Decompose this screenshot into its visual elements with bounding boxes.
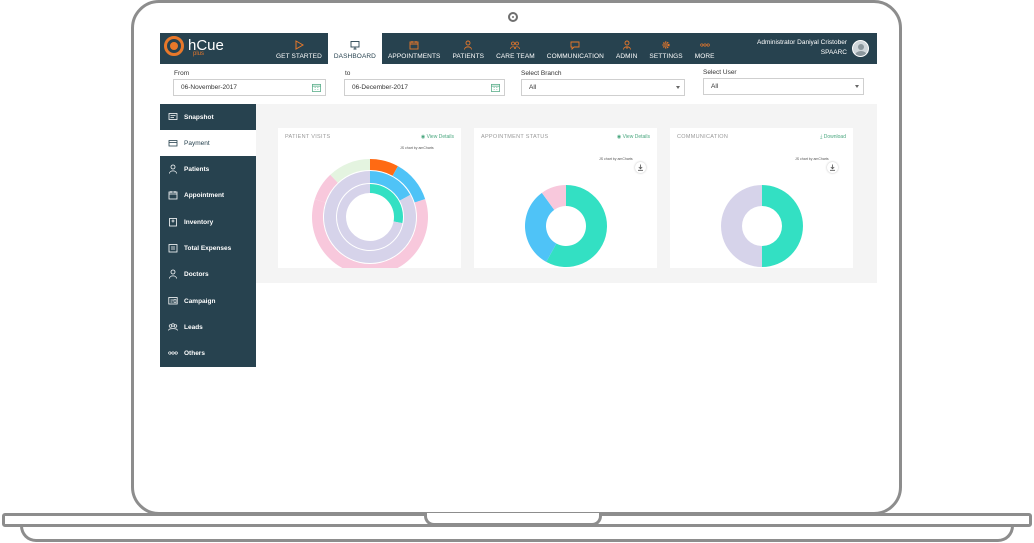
user-menu[interactable]: Administrator Daniyal Cristober SPAARC — [757, 38, 869, 58]
branch-label: Select Branch — [521, 70, 562, 77]
nav-admin[interactable]: ADMIN — [610, 33, 643, 64]
dashboard-content: PATIENT VISITS ◉ View Details JS chart b… — [256, 104, 877, 283]
user-select-label: Select User — [703, 69, 737, 76]
user-info: Administrator Daniyal Cristober SPAARC — [757, 38, 847, 58]
sidebar-item-label: Inventory — [184, 218, 214, 226]
calendar-icon — [168, 191, 178, 200]
sidebar-item-label: Snapshot — [184, 113, 214, 121]
from-date-input[interactable]: 06-November-2017 — [173, 79, 326, 96]
nav-appointments[interactable]: APPOINTMENTS — [382, 33, 446, 64]
more-icon — [168, 351, 178, 355]
admin-icon — [622, 40, 631, 50]
nav-settings[interactable]: SETTINGS — [643, 33, 688, 64]
monitor-icon — [350, 41, 360, 50]
from-date-value: 06-November-2017 — [181, 84, 238, 91]
leads-icon — [168, 323, 178, 331]
calendar-icon[interactable] — [491, 83, 500, 92]
play-icon — [295, 40, 304, 50]
nav-label: APPOINTMENTS — [387, 53, 441, 60]
laptop-base-bottom — [20, 526, 1014, 542]
sidebar-item-appointment[interactable]: Appointment — [160, 182, 256, 208]
user-org: SPAARC — [820, 49, 847, 56]
from-label: From — [174, 70, 190, 77]
nav-more[interactable]: MORE — [689, 33, 721, 64]
communication-chart — [721, 185, 803, 267]
sidebar-item-others[interactable]: Others — [160, 340, 256, 366]
nav-care-team[interactable]: CARE TEAM — [490, 33, 541, 64]
nav-label: CARE TEAM — [496, 53, 535, 60]
sidebar-item-label: Total Expenses — [184, 244, 232, 252]
nav-label: ADMIN — [615, 53, 638, 60]
nav-dashboard[interactable]: DASHBOARD — [327, 33, 382, 64]
sidebar-item-inventory[interactable]: Inventory — [160, 209, 256, 235]
nav-label: DASHBOARD — [333, 53, 376, 60]
campaign-icon — [168, 297, 178, 305]
payment-icon — [168, 140, 178, 147]
calendar-icon[interactable] — [312, 83, 321, 92]
chevron-down-icon — [855, 85, 859, 88]
comm-slice-0[interactable] — [762, 185, 803, 267]
logo-icon — [164, 36, 184, 56]
doctor-icon — [169, 269, 177, 279]
user-select[interactable]: All — [703, 78, 864, 95]
nav-communication[interactable]: COMMUNICATION — [541, 33, 610, 64]
sidebar-item-label: Leads — [184, 323, 203, 331]
to-date-input[interactable]: 06-December-2017 — [344, 79, 505, 96]
sidebar: Snapshot Payment Patients Appointment In… — [160, 104, 256, 367]
sidebar-item-label: Campaign — [184, 297, 216, 305]
nav-get-started[interactable]: GET STARTED — [270, 33, 328, 64]
nav-label: GET STARTED — [276, 53, 322, 60]
to-date-value: 06-December-2017 — [352, 84, 409, 91]
patient-visits-chart — [312, 159, 428, 268]
user-name: Administrator Daniyal Cristober — [757, 39, 847, 46]
expenses-icon — [168, 244, 178, 253]
chat-icon — [570, 41, 580, 50]
inventory-icon — [169, 218, 177, 227]
more-icon — [699, 43, 710, 47]
person-icon — [464, 40, 473, 50]
app-screen: hCue plus GET STARTED DASHBOARD APPOINTM… — [160, 33, 877, 480]
person-icon — [169, 164, 177, 174]
main-nav: GET STARTED DASHBOARD APPOINTMENTS PATIE… — [270, 33, 721, 64]
user-select-value: All — [711, 83, 719, 90]
nav-label: MORE — [694, 53, 715, 60]
sidebar-item-total-expenses[interactable]: Total Expenses — [160, 235, 256, 261]
nav-label: COMMUNICATION — [546, 53, 604, 60]
sidebar-item-label: Appointment — [184, 191, 225, 199]
logo-subtext: plus — [193, 51, 205, 57]
sidebar-item-leads[interactable]: Leads — [160, 314, 256, 340]
communication-card: COMMUNICATION ⤓ Download JS chart by amC… — [670, 128, 853, 268]
sidebar-item-patients[interactable]: Patients — [160, 156, 256, 182]
camera-icon — [508, 12, 518, 22]
sidebar-item-snapshot[interactable]: Snapshot — [160, 104, 256, 130]
laptop-notch — [424, 513, 602, 526]
sidebar-item-label: Patients — [184, 165, 210, 173]
sidebar-item-campaign[interactable]: Campaign — [160, 288, 256, 314]
appointment-status-chart — [525, 185, 607, 267]
nav-label: SETTINGS — [649, 53, 683, 60]
appointment-status-card: APPOINTMENT STATUS ◉ View Details JS cha… — [474, 128, 657, 268]
sidebar-item-label: Others — [184, 349, 205, 357]
nav-label: PATIENTS — [452, 53, 485, 60]
sidebar-item-payment[interactable]: Payment — [160, 130, 256, 156]
sidebar-item-label: Doctors — [184, 270, 209, 278]
comm-slice-1[interactable] — [721, 185, 762, 267]
calendar-icon — [409, 41, 419, 50]
sidebar-item-label: Payment — [184, 139, 210, 147]
top-navbar: hCue plus GET STARTED DASHBOARD APPOINTM… — [160, 33, 877, 64]
gear-icon — [662, 41, 670, 49]
branch-select[interactable]: All — [521, 79, 685, 96]
snapshot-icon — [168, 113, 178, 120]
avatar[interactable] — [852, 39, 869, 57]
to-label: to — [345, 70, 351, 77]
sidebar-item-doctors[interactable]: Doctors — [160, 261, 256, 287]
chevron-down-icon — [676, 86, 680, 89]
team-icon — [510, 41, 521, 50]
branch-value: All — [529, 84, 537, 91]
patient-visits-card: PATIENT VISITS ◉ View Details JS chart b… — [278, 128, 461, 268]
nav-patients[interactable]: PATIENTS — [446, 33, 490, 64]
